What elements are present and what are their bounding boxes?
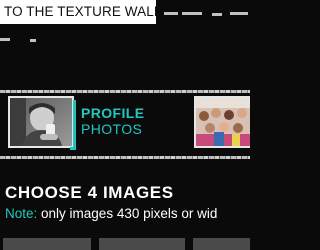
image-slot-3[interactable]: [193, 238, 250, 250]
image-size-note: Note: only images 430 pixels or wid: [5, 206, 217, 221]
texture-speck: [212, 13, 222, 16]
group-photo-image: [196, 98, 250, 146]
note-text: only images 430 pixels or wid: [37, 206, 218, 221]
profile-photo-image: [10, 98, 72, 146]
profile-photos-title-line2: PHOTOS: [81, 121, 143, 137]
profile-photos-title-line1: PROFILE: [81, 105, 145, 121]
profile-photos-thumbnail[interactable]: [8, 96, 74, 148]
texture-speck: [30, 39, 36, 42]
texture-speck: [164, 12, 178, 15]
texture-divider-bottom: [0, 156, 250, 159]
texture-speck: [0, 38, 10, 41]
profile-photos-label[interactable]: PROFILE PHOTOS: [81, 105, 144, 137]
note-label: Note:: [5, 206, 38, 221]
image-slot-2[interactable]: [99, 238, 185, 250]
texture-divider-top: [0, 90, 250, 93]
group-photos-thumbnail[interactable]: [194, 96, 250, 148]
texture-speck: [182, 12, 202, 15]
to-texture-wall-button[interactable]: TO THE TEXTURE WALL: [0, 0, 156, 24]
texture-speck: [230, 12, 248, 15]
photo-category-row: PROFILE PHOTOS: [0, 96, 250, 152]
profile-photos-accent-corner: [70, 100, 76, 150]
image-slot-1[interactable]: [3, 238, 91, 250]
choose-images-heading: CHOOSE 4 IMAGES: [5, 183, 174, 202]
